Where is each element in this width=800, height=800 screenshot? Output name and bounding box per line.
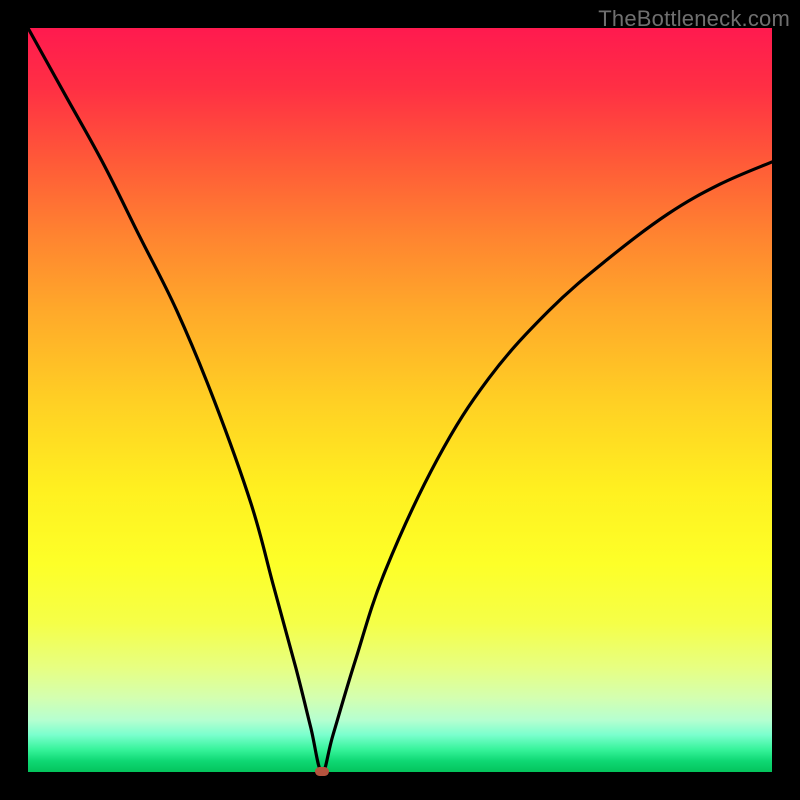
optimal-marker (315, 767, 329, 776)
chart-frame: TheBottleneck.com (0, 0, 800, 800)
gradient-plot-area (28, 28, 772, 772)
bottleneck-curve (28, 28, 772, 772)
